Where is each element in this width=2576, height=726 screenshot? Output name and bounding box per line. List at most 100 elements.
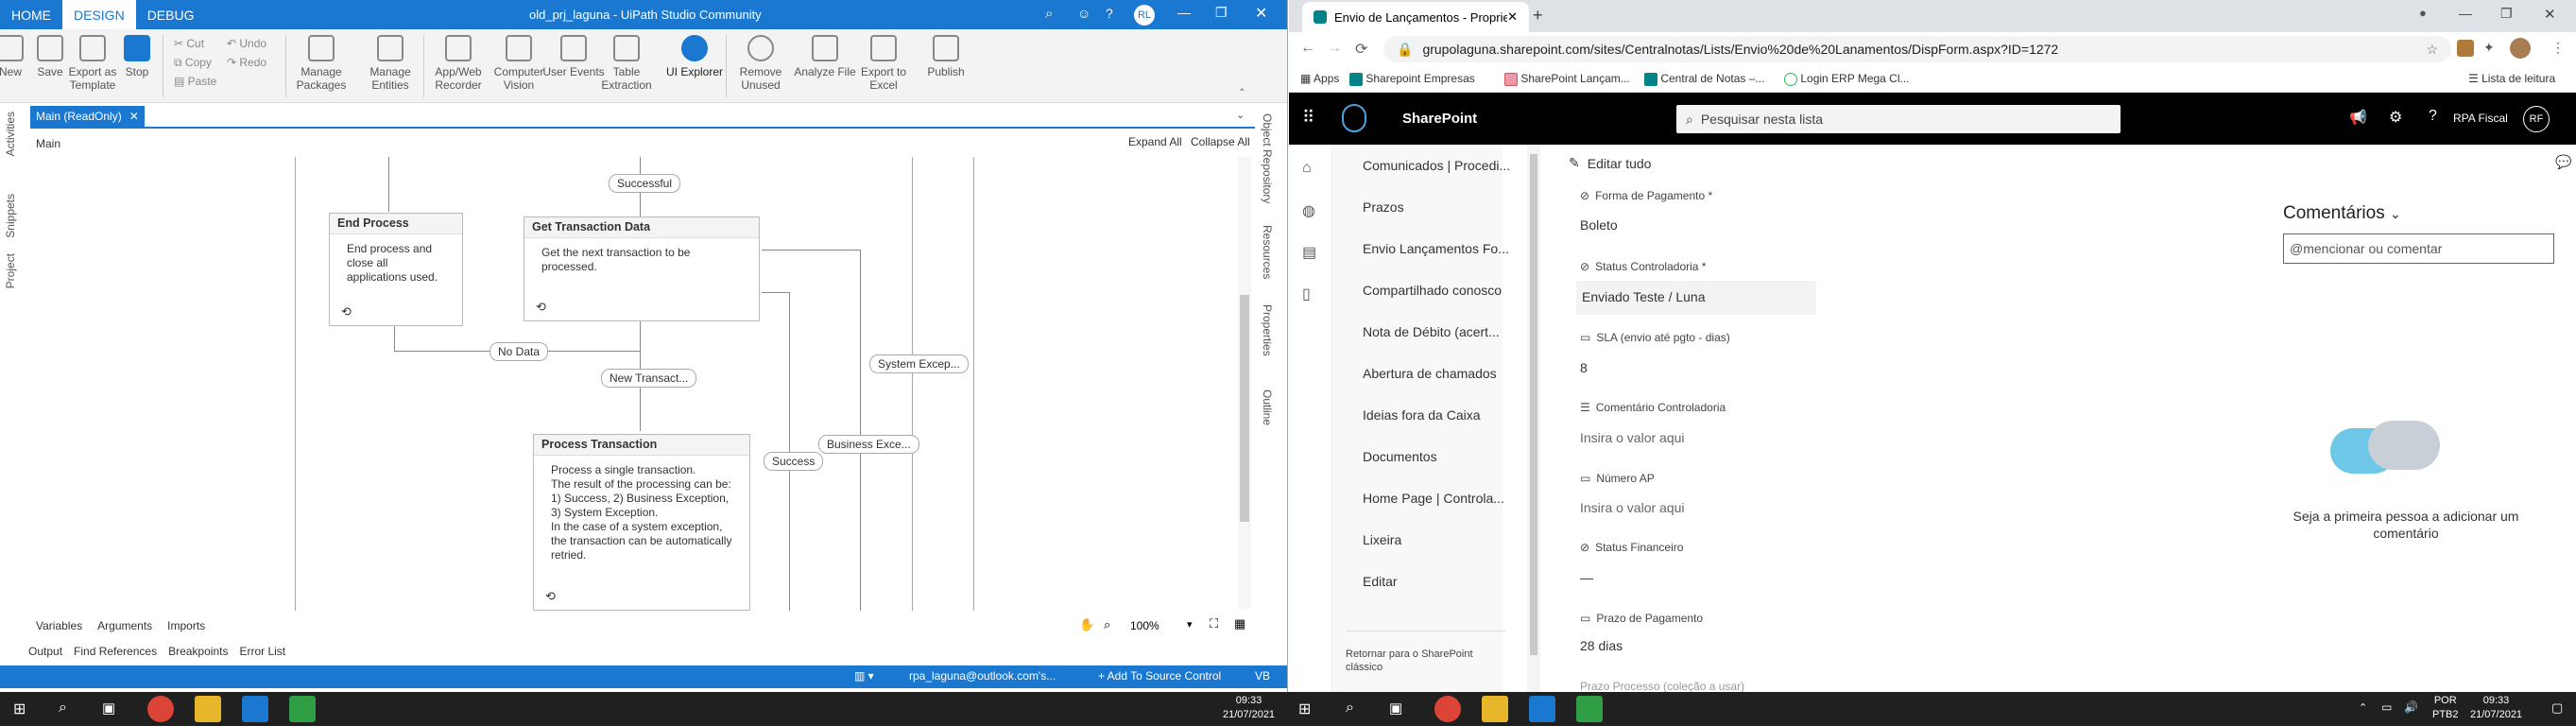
zoom-icon[interactable]: ⌕ — [1104, 617, 1110, 632]
side-panel-object-repository[interactable]: Object Repository — [1261, 113, 1274, 203]
paste-button[interactable]: ▤ Paste — [174, 75, 216, 88]
activity-end-process[interactable]: End Process End process and close all ap… — [329, 213, 463, 326]
uipath-assistant-icon[interactable] — [289, 696, 316, 722]
comment-input[interactable]: @mencionar ou comentar — [2283, 233, 2554, 264]
nav-item-home-page[interactable]: Home Page | Controla... — [1363, 491, 1504, 506]
return-classic-link[interactable]: Retornar para o SharePoint clássico — [1346, 648, 1497, 674]
analyze-file-button[interactable]: Analyze File — [792, 35, 858, 78]
flow-label-success[interactable]: Success — [764, 452, 824, 471]
close-tab-icon[interactable]: ✕ — [129, 110, 139, 123]
megaphone-icon[interactable]: 📢 — [2349, 109, 2367, 126]
field-value[interactable]: 28 dias — [1580, 638, 1623, 653]
flow-label-no-data[interactable]: No Data — [489, 342, 549, 361]
restore-icon[interactable]: ❐ — [2500, 6, 2513, 22]
nav-item-comunicados[interactable]: Comunicados | Procedi... — [1363, 158, 1510, 173]
nav-item-compartilhado[interactable]: Compartilhado conosco — [1363, 283, 1502, 298]
export-excel-button[interactable]: Export to Excel — [850, 35, 917, 92]
uipath-studio-icon[interactable] — [1529, 696, 1555, 722]
forward-icon[interactable]: → — [1327, 40, 1342, 57]
bookmark-sharepoint-empresas[interactable]: Sharepoint Empresas — [1349, 72, 1475, 86]
network-icon[interactable]: ▭ — [2381, 700, 2392, 714]
apps-bookmark[interactable]: ▦ Apps — [1300, 72, 1339, 85]
tray-chevron-icon[interactable]: ⌃ — [2359, 701, 2367, 714]
field-value[interactable]: — — [1580, 570, 1593, 585]
flow-label-successful[interactable]: Successful — [609, 174, 681, 193]
reload-icon[interactable]: ⟳ — [1355, 40, 1367, 59]
avatar[interactable]: RL — [1134, 5, 1155, 26]
nav-item-documentos[interactable]: Documentos — [1363, 449, 1437, 464]
table-extraction-button[interactable]: Table Extraction — [593, 35, 660, 92]
nav-item-ideias[interactable]: Ideias fora da Caixa — [1363, 407, 1481, 423]
close-icon[interactable]: ✕ — [1255, 4, 1267, 23]
zoom-select[interactable]: 100% — [1130, 619, 1159, 632]
flow-label-system-exception[interactable]: System Excep... — [869, 354, 969, 373]
task-view-icon[interactable]: ▣ — [102, 700, 115, 717]
chrome-taskbar-icon[interactable] — [1434, 696, 1461, 722]
search-icon[interactable]: ⌕ — [1045, 6, 1053, 22]
tab-arguments[interactable]: Arguments — [97, 619, 152, 632]
side-panel-outline[interactable]: Outline — [1261, 389, 1274, 425]
chevron-down-icon[interactable]: ⌄ — [1236, 109, 1245, 121]
nav-item-editar[interactable]: Editar — [1363, 574, 1398, 589]
undo-button[interactable]: ↶ Undo — [227, 37, 266, 50]
chevron-down-icon[interactable]: ▾ — [1187, 618, 1193, 631]
remove-unused-button[interactable]: Remove Unused — [728, 35, 794, 92]
cut-button[interactable]: ✂ Cut — [174, 37, 204, 50]
reading-list[interactable]: ☰ Lista de leitura — [2468, 72, 2555, 85]
copy-button[interactable]: ⧉ Copy — [174, 56, 212, 70]
globe-icon[interactable]: ◍ — [1302, 201, 1315, 220]
tab-debug[interactable]: DEBUG — [136, 0, 206, 29]
minimize-icon[interactable]: — — [1177, 5, 1191, 20]
field-value[interactable]: Enviado Teste / Luna — [1576, 281, 1816, 315]
side-panel-resources[interactable]: Resources — [1261, 225, 1274, 279]
breadcrumb[interactable]: Main — [36, 137, 60, 150]
star-icon[interactable]: ☆ — [2426, 42, 2438, 58]
volume-icon[interactable]: 🔊 — [2404, 700, 2418, 714]
file-icon[interactable]: ▯ — [1302, 285, 1311, 303]
uipath-assistant-icon[interactable] — [1576, 696, 1603, 722]
news-icon[interactable]: ▤ — [1302, 243, 1316, 262]
feedback-icon[interactable]: ☺ — [1077, 6, 1091, 21]
nav-item-nota-debito[interactable]: Nota de Débito (acert... — [1363, 324, 1500, 339]
close-icon[interactable]: ✕ — [2544, 6, 2556, 23]
clock-right[interactable]: 09:33 21/07/2021 — [2470, 694, 2522, 722]
collapse-all-link[interactable]: Collapse All — [1191, 135, 1250, 148]
redo-button[interactable]: ↷ Redo — [227, 56, 266, 69]
clock-left[interactable]: 09:33 21/07/2021 — [1223, 694, 1275, 722]
search-icon[interactable]: ⌕ — [59, 700, 67, 717]
url-input[interactable]: 🔒 grupolaguna.sharepoint.com/sites/Centr… — [1383, 36, 2451, 62]
pan-icon[interactable]: ✋ — [1079, 617, 1094, 632]
extension-icon[interactable] — [2457, 40, 2474, 57]
gear-icon[interactable]: ⚙ — [2389, 108, 2402, 127]
expand-all-link[interactable]: Expand All — [1128, 135, 1182, 148]
overview-icon[interactable]: ▦ — [1234, 616, 1245, 631]
flow-label-new-transaction[interactable]: New Transact... — [601, 369, 697, 388]
scrollbar-thumb[interactable] — [1530, 154, 1537, 655]
fit-icon[interactable]: ⛶ — [1210, 616, 1218, 631]
home-icon[interactable]: ⌂ — [1302, 160, 1312, 177]
edit-all-button[interactable]: ✎ Editar tudo — [1569, 155, 1651, 171]
sharepoint-brand[interactable]: SharePoint — [1402, 111, 1477, 127]
puzzle-icon[interactable]: ✦ — [2483, 40, 2495, 56]
tab-search-icon[interactable]: ● — [2419, 6, 2427, 20]
side-panel-activities[interactable]: Activities — [4, 112, 17, 156]
tab-error-list[interactable]: Error List — [239, 645, 285, 658]
bookmark-login-erp[interactable]: Login ERP Mega Cl... — [1784, 72, 1910, 86]
ui-explorer-button[interactable]: UI Explorer — [661, 35, 728, 78]
avatar[interactable]: RF — [2523, 106, 2550, 132]
stop-button[interactable]: Stop — [110, 35, 164, 78]
bookmark-central-notas[interactable]: Central de Notas –... — [1644, 72, 1764, 86]
nav-item-prazos[interactable]: Prazos — [1363, 199, 1404, 215]
vertical-scrollbar[interactable] — [1238, 157, 1251, 609]
account-status[interactable]: rpa_laguna@outlook.com's... — [909, 669, 1056, 683]
help-icon[interactable]: ? — [1106, 6, 1113, 21]
tab-design[interactable]: DESIGN — [62, 0, 136, 29]
tab-find-references[interactable]: Find References — [74, 645, 157, 658]
document-tab[interactable]: Main (ReadOnly) ✕ — [30, 106, 145, 127]
activity-get-transaction-data[interactable]: Get Transaction Data Get the next transa… — [524, 216, 760, 321]
minimize-icon[interactable]: — — [2459, 6, 2472, 21]
file-explorer-icon[interactable] — [195, 696, 221, 722]
manage-entities-button[interactable]: Manage Entities — [357, 35, 423, 92]
field-value[interactable]: Boleto — [1580, 217, 1618, 233]
search-input[interactable]: ⌕ Pesquisar nesta lista — [1676, 105, 2121, 133]
